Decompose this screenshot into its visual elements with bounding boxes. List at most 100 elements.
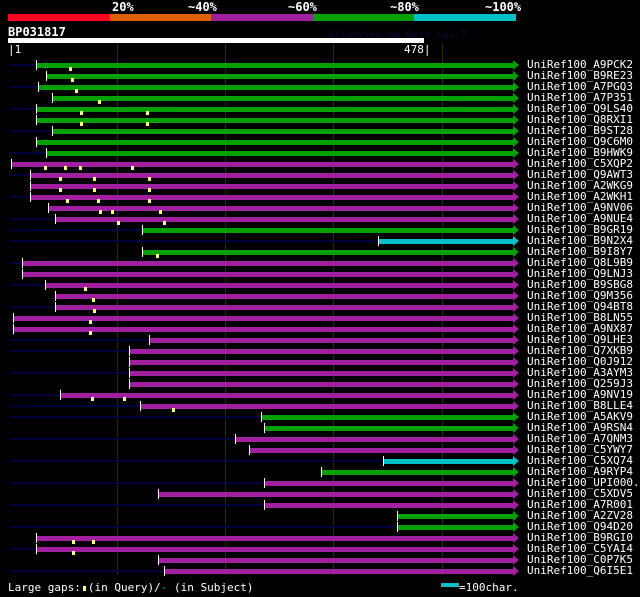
- unaligned-region: [10, 152, 46, 154]
- unaligned-region: [10, 548, 37, 550]
- alignment-start-tick: [397, 522, 398, 532]
- alignment-bar[interactable]: [141, 228, 513, 233]
- alignment-bar[interactable]: [264, 426, 513, 431]
- alignment-bar[interactable]: [129, 349, 513, 354]
- arrow-right-icon: [513, 258, 519, 268]
- unaligned-region: [10, 174, 31, 176]
- arrow-right-icon: [513, 467, 519, 477]
- alignment-bar[interactable]: [38, 85, 513, 90]
- arrow-right-icon: [513, 401, 519, 411]
- alignment-bar[interactable]: [260, 415, 513, 420]
- unaligned-region: [10, 438, 235, 440]
- alignment-start-tick: [13, 313, 15, 323]
- arrow-right-icon: [513, 478, 519, 488]
- alignment-bar[interactable]: [55, 294, 513, 299]
- alignment-bar[interactable]: [129, 360, 513, 365]
- alignment-bar[interactable]: [157, 558, 513, 563]
- unaligned-region: [10, 229, 142, 231]
- alignment-bar[interactable]: [249, 448, 513, 453]
- alignment-bar[interactable]: [47, 206, 513, 211]
- unaligned-region: [10, 482, 265, 484]
- arrow-right-icon: [513, 346, 519, 356]
- alignment-bar[interactable]: [52, 96, 513, 101]
- alignment-start-tick: [21, 269, 23, 279]
- alignment-bar[interactable]: [30, 173, 513, 178]
- alignment-bar[interactable]: [36, 107, 513, 112]
- arrow-right-icon: [513, 544, 519, 554]
- alignment-start-tick: [264, 423, 266, 433]
- alignment-bar[interactable]: [55, 217, 513, 222]
- alignment-start-tick: [36, 115, 38, 125]
- alignment-start-tick: [264, 478, 266, 488]
- alignment-bar[interactable]: [397, 514, 513, 519]
- alignment-bar[interactable]: [234, 437, 513, 442]
- alignment-start-tick: [249, 445, 251, 455]
- alignment-bar[interactable]: [45, 151, 513, 156]
- alignment-bar[interactable]: [55, 305, 513, 310]
- alignment-bar[interactable]: [378, 239, 513, 244]
- pct-label-20: 20%: [112, 0, 134, 14]
- alignment-bar[interactable]: [141, 250, 513, 255]
- alignment-bar[interactable]: [36, 536, 513, 541]
- alignment-bar[interactable]: [59, 393, 513, 398]
- alignment-bar[interactable]: [36, 118, 513, 123]
- alignment-bar[interactable]: [163, 569, 513, 574]
- alignment-bar[interactable]: [36, 547, 513, 552]
- alignment-start-tick: [234, 434, 236, 444]
- alignment-bar[interactable]: [129, 382, 513, 387]
- arrow-right-icon: [513, 423, 519, 433]
- alignment-start-tick: [141, 225, 143, 235]
- arrow-right-icon: [513, 489, 519, 499]
- scale-segment: [414, 14, 517, 21]
- alignment-start-tick: [47, 203, 49, 213]
- alignment-bar[interactable]: [21, 261, 513, 266]
- alignment-bar[interactable]: [264, 503, 513, 508]
- alignment-start-tick: [45, 71, 47, 81]
- arrow-right-icon: [513, 280, 519, 290]
- alignment-start-tick: [11, 159, 13, 169]
- alignment-start-tick: [30, 192, 32, 202]
- alignment-bar[interactable]: [11, 162, 513, 167]
- arrow-right-icon: [513, 368, 519, 378]
- alignment-bar[interactable]: [36, 63, 513, 68]
- arrow-right-icon: [513, 335, 519, 345]
- alignment-bar[interactable]: [397, 525, 513, 530]
- alignment-bar[interactable]: [36, 140, 513, 145]
- alignment-bar[interactable]: [45, 74, 513, 79]
- alignment-start-tick: [383, 456, 385, 466]
- alignment-start-tick: [55, 302, 57, 312]
- alignment-start-tick: [30, 181, 32, 191]
- alignment-bar[interactable]: [21, 272, 513, 277]
- alignment-bar[interactable]: [264, 481, 513, 486]
- alignment-bar[interactable]: [13, 316, 513, 321]
- alignment-bar[interactable]: [30, 195, 513, 200]
- unaligned-region: [10, 86, 39, 88]
- alignment-start-tick: [397, 511, 398, 521]
- unaligned-region: [10, 196, 31, 198]
- arrow-right-icon: [513, 203, 519, 213]
- alignment-bar[interactable]: [149, 338, 513, 343]
- hit-label[interactable]: UniRef100_Q6I5E1: [527, 564, 633, 577]
- arrow-right-icon: [513, 225, 519, 235]
- alignment-start-tick: [163, 566, 165, 576]
- alignment-bar[interactable]: [13, 327, 513, 332]
- alignment-bar[interactable]: [321, 470, 513, 475]
- hit-row[interactable]: UniRef100_Q6I5E1: [0, 564, 640, 577]
- alignment-bar[interactable]: [129, 371, 513, 376]
- alignment-start-tick: [59, 390, 61, 400]
- arrow-right-icon: [513, 511, 519, 521]
- unaligned-region: [10, 405, 140, 407]
- arrow-right-icon: [513, 115, 519, 125]
- alignment-bar[interactable]: [52, 129, 513, 134]
- alignment-bar[interactable]: [157, 492, 513, 497]
- alignment-bar[interactable]: [383, 459, 513, 464]
- scale-segment: [8, 14, 110, 21]
- arrow-right-icon: [513, 247, 519, 257]
- alignment-bar[interactable]: [44, 283, 513, 288]
- arrow-right-icon: [513, 522, 519, 532]
- arrow-right-icon: [513, 148, 519, 158]
- alignment-bar[interactable]: [139, 404, 513, 409]
- arrow-right-icon: [513, 500, 519, 510]
- unaligned-region: [10, 262, 22, 264]
- alignment-bar[interactable]: [30, 184, 513, 189]
